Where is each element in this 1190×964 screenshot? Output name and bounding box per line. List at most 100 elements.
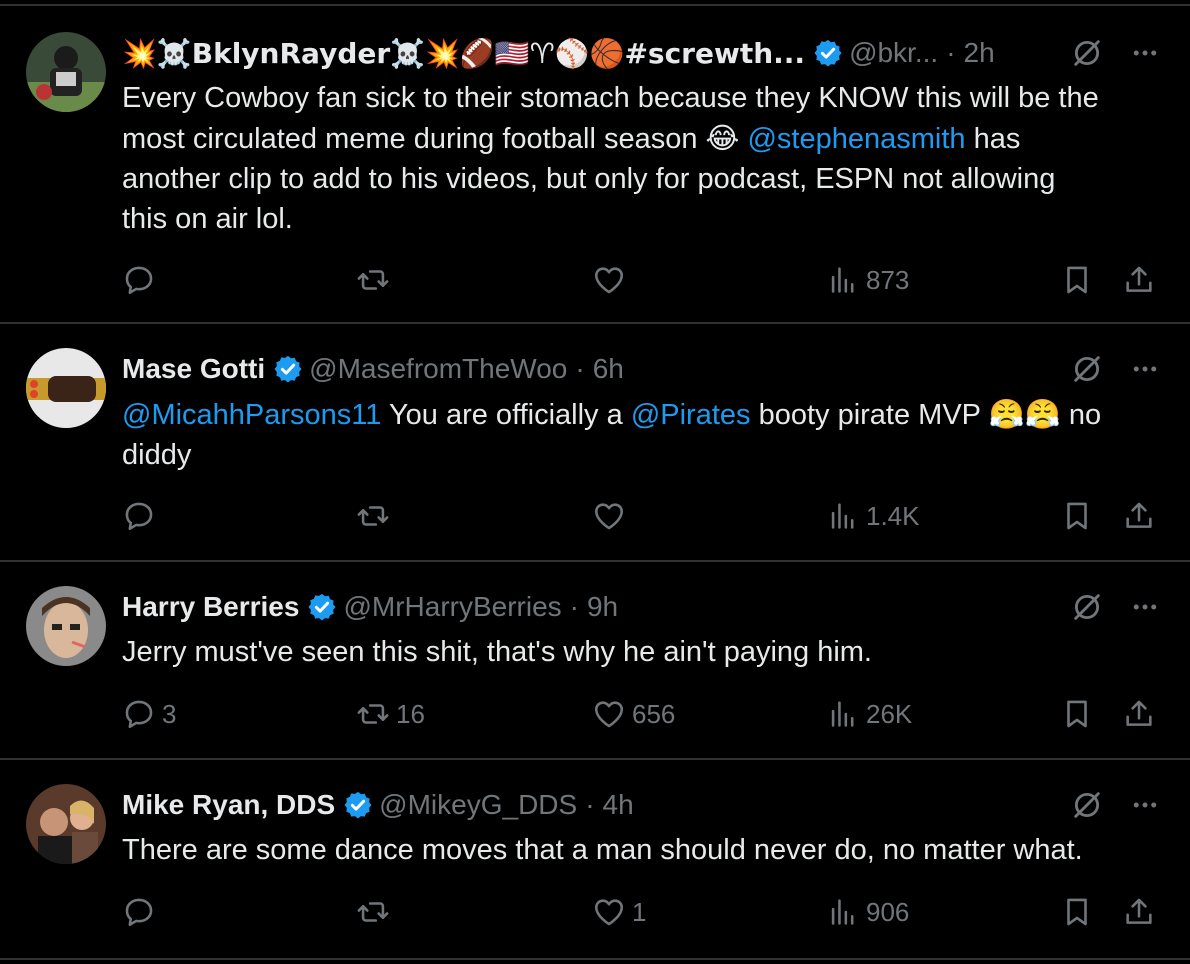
grok-icon[interactable] — [1070, 590, 1104, 624]
more-icon[interactable] — [1130, 592, 1160, 622]
views-count: 1.4K — [866, 500, 920, 531]
share-icon — [1126, 502, 1152, 528]
tweet-text-segment: You are officially a — [388, 399, 623, 431]
tweet-header: 💥☠️BklynRayder☠️💥🏈🇺🇸♈⚾🏀#screwth... @bkr.… — [122, 36, 1160, 70]
tweet-text-line: Every Cowboy fan sick to their stomach b… — [122, 82, 1099, 114]
like-icon — [594, 503, 624, 530]
bookmark-button[interactable] — [1060, 260, 1094, 300]
views-count: 906 — [866, 896, 910, 927]
display-name[interactable]: Mase Gotti — [122, 353, 265, 385]
user-handle[interactable]: @bkr... — [849, 37, 938, 69]
avatar[interactable] — [26, 32, 106, 112]
repost-icon — [357, 902, 389, 922]
views-button[interactable]: 873 — [826, 260, 909, 300]
reply-button[interactable] — [122, 496, 162, 536]
action-bar: 873 — [122, 260, 1162, 300]
mention-link[interactable]: @Pirates — [631, 399, 751, 431]
share-button[interactable] — [1122, 892, 1156, 932]
verified-icon — [273, 354, 304, 384]
tweet-text-line: another clip to add to his videos, but o… — [122, 163, 1056, 195]
user-handle[interactable]: @MikeyG_DDS — [379, 789, 577, 821]
share-button[interactable] — [1122, 694, 1156, 734]
tweet-text-segment: no — [1068, 399, 1102, 431]
like-button[interactable] — [592, 496, 632, 536]
tweet-text: Every Cowboy fan sick to their stomach b… — [122, 78, 1160, 239]
like-count: 1 — [632, 896, 647, 927]
mention-link[interactable]: @stephenasmith — [747, 123, 965, 155]
tweet-text: Jerry must've seen this shit, that's why… — [122, 632, 1160, 672]
tweet[interactable]: Mase Gotti @MasefromTheWoo · 6h @MicahhP… — [0, 324, 1190, 562]
user-handle[interactable]: @MrHarryBerries — [343, 591, 561, 623]
tweet-text-segment: has — [973, 123, 1021, 155]
tweet-feed: 💥☠️BklynRayder☠️💥🏈🇺🇸♈⚾🏀#screwth... @bkr.… — [0, 0, 1190, 964]
avatar[interactable] — [26, 784, 106, 864]
action-bar: 3 16 656 26K — [122, 694, 1162, 734]
mention-link[interactable]: @MicahhParsons11 — [122, 399, 381, 431]
tweet-text-line: @MicahhParsons11 You are officially a @P… — [122, 394, 1160, 435]
timestamp[interactable]: 4h — [603, 789, 634, 821]
tweet-text: @MicahhParsons11 You are officially a @P… — [122, 394, 1160, 475]
repost-button[interactable] — [356, 892, 396, 932]
timestamp[interactable]: 6h — [593, 353, 624, 385]
timestamp[interactable]: 2h — [964, 37, 995, 69]
repost-button[interactable] — [356, 496, 396, 536]
display-name[interactable]: Harry Berries — [122, 591, 299, 623]
action-bar: 1 906 — [122, 892, 1162, 932]
separator-dot: · — [569, 591, 579, 622]
action-bar: 1.4K — [122, 496, 1162, 536]
bookmark-button[interactable] — [1060, 892, 1094, 932]
repost-button[interactable]: 16 — [356, 694, 425, 734]
views-icon — [831, 899, 854, 925]
repost-count: 16 — [396, 698, 425, 729]
like-button[interactable]: 656 — [592, 694, 675, 734]
reply-button[interactable] — [122, 892, 162, 932]
like-button[interactable]: 1 — [592, 892, 646, 932]
reply-button[interactable] — [122, 260, 162, 300]
tweet-header: Harry Berries @MrHarryBerries · 9h — [122, 590, 1160, 624]
more-icon[interactable] — [1130, 790, 1160, 820]
share-icon — [1126, 898, 1152, 924]
display-name[interactable]: Mike Ryan, DDS — [122, 789, 335, 821]
user-handle[interactable]: @MasefromTheWoo — [309, 353, 567, 385]
tweet-text-line: this on air lol. — [122, 203, 293, 235]
timestamp[interactable]: 9h — [587, 591, 618, 623]
tweet-text-line: Jerry must've seen this shit, that's why… — [122, 636, 872, 668]
views-icon — [831, 267, 854, 293]
views-button[interactable]: 1.4K — [826, 496, 920, 536]
more-icon[interactable] — [1130, 354, 1160, 384]
tweet[interactable]: Mike Ryan, DDS @MikeyG_DDS · 4h There ar… — [0, 760, 1190, 960]
grok-icon[interactable] — [1070, 788, 1104, 822]
share-button[interactable] — [1122, 260, 1156, 300]
repost-button[interactable] — [356, 260, 396, 300]
verified-icon — [343, 790, 374, 820]
views-icon — [831, 701, 854, 727]
separator-dot: · — [585, 789, 595, 820]
avatar[interactable] — [26, 348, 106, 428]
like-button[interactable] — [592, 260, 632, 300]
like-icon — [594, 899, 624, 926]
reply-button[interactable]: 3 — [122, 694, 176, 734]
verified-icon — [813, 38, 844, 68]
share-icon — [1126, 266, 1152, 292]
views-button[interactable]: 906 — [826, 892, 909, 932]
views-count: 26K — [866, 698, 913, 729]
tweet[interactable]: 💥☠️BklynRayder☠️💥🏈🇺🇸♈⚾🏀#screwth... @bkr.… — [0, 4, 1190, 324]
tweet-header: Mike Ryan, DDS @MikeyG_DDS · 4h — [122, 788, 1160, 822]
avatar[interactable] — [26, 586, 106, 666]
grok-icon[interactable] — [1070, 352, 1104, 386]
repost-icon — [357, 704, 389, 724]
bookmark-button[interactable] — [1060, 496, 1094, 536]
views-button[interactable]: 26K — [826, 694, 912, 734]
more-icon[interactable] — [1130, 38, 1160, 68]
tweet[interactable]: Harry Berries @MrHarryBerries · 9h Jerry… — [0, 562, 1190, 760]
tweet-text-segment: most circulated meme during football sea… — [122, 123, 698, 155]
display-name[interactable]: 💥☠️BklynRayder☠️💥🏈🇺🇸♈⚾🏀#screwth... — [122, 37, 805, 70]
tweet-text: There are some dance moves that a man sh… — [122, 830, 1160, 870]
share-button[interactable] — [1122, 496, 1156, 536]
like-icon — [594, 701, 624, 728]
emoji: 😂 — [705, 121, 740, 155]
bookmark-button[interactable] — [1060, 694, 1094, 734]
views-icon — [831, 503, 854, 529]
grok-icon[interactable] — [1070, 36, 1104, 70]
tweet-text-segment: booty pirate MVP — [758, 399, 981, 431]
